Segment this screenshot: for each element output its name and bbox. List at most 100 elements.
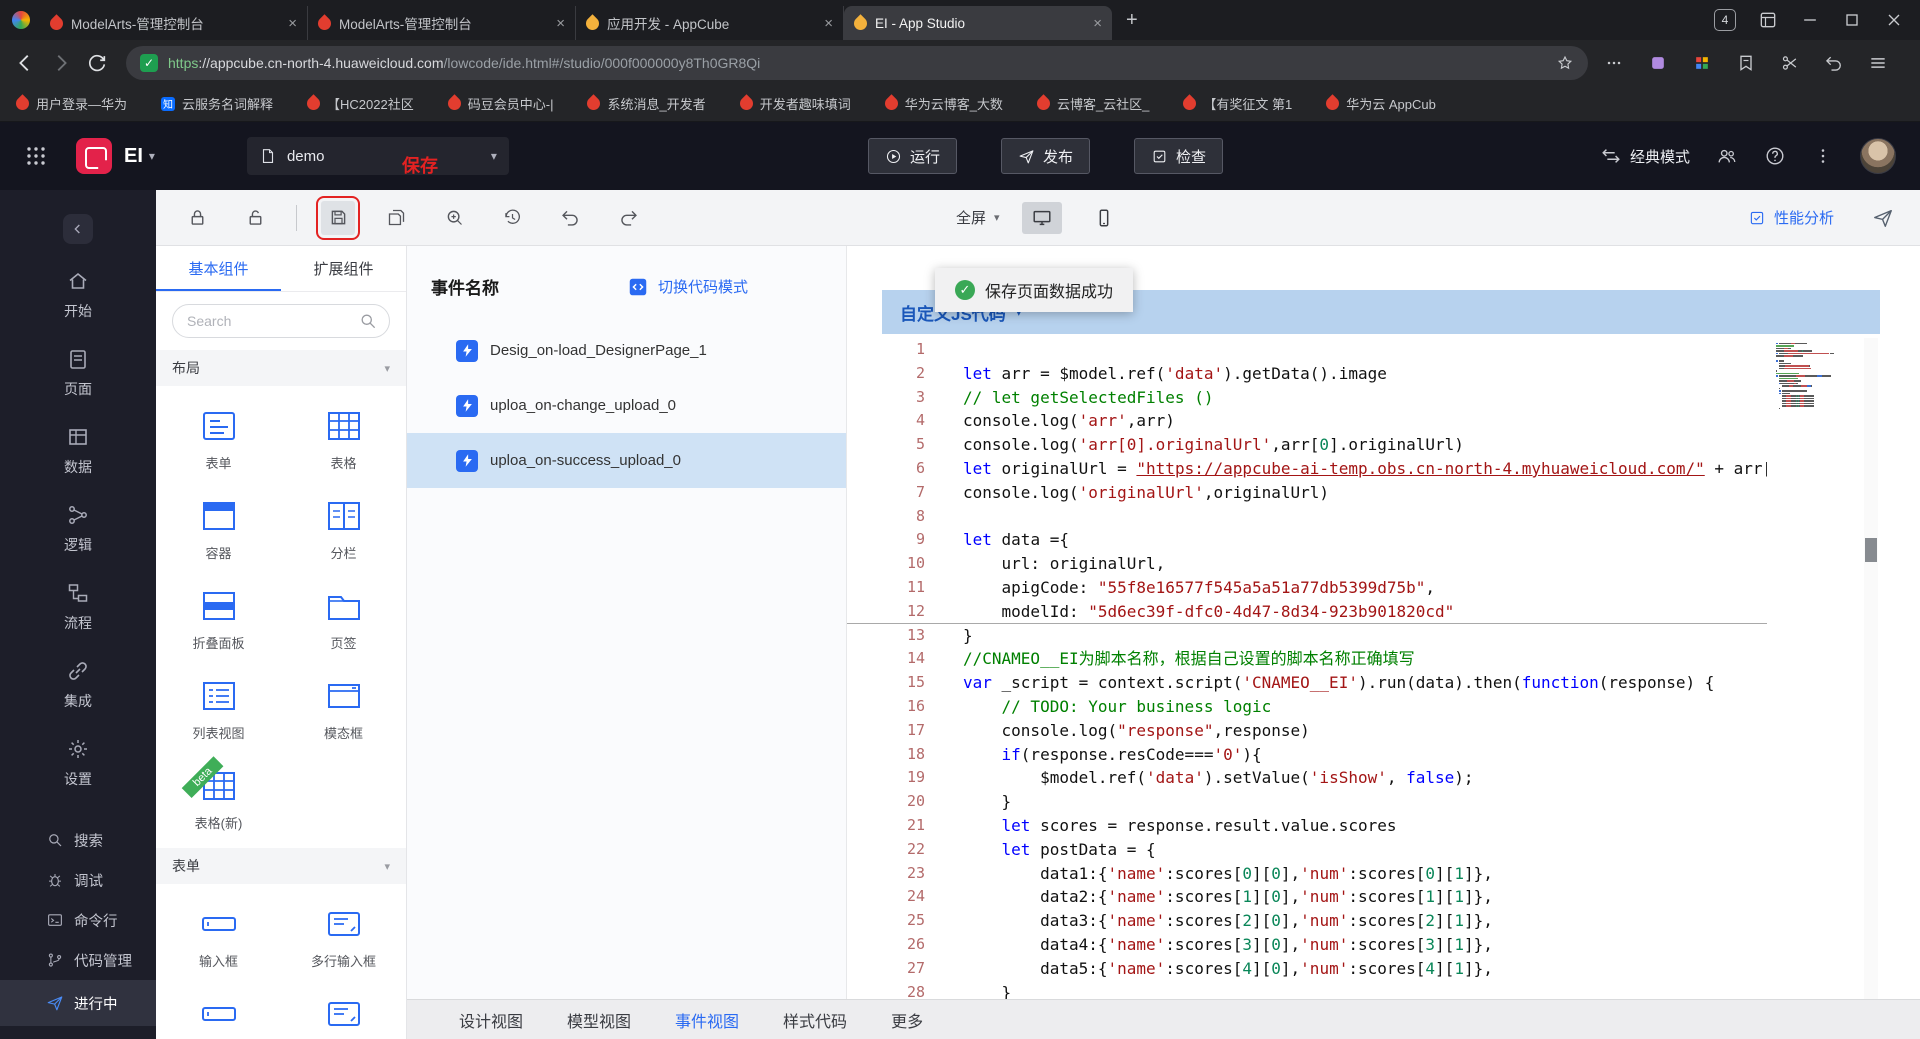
view-tab-style-code[interactable]: 样式代码	[783, 1008, 847, 1032]
switch-code-mode-link[interactable]: 切换代码模式	[627, 276, 748, 298]
scrollbar-thumb[interactable]	[1865, 538, 1877, 562]
performance-analysis-button[interactable]: 性能分析	[1748, 207, 1834, 228]
desktop-view-toggle[interactable]	[1021, 201, 1062, 234]
bookmark-item[interactable]: 用户登录—华为	[13, 94, 127, 113]
code-line[interactable]: 12 modelId: "5d6ec39f-dfc0-4d47-8d34-923…	[847, 600, 1767, 624]
sidebar-item-terminal[interactable]: 命令行	[0, 900, 156, 940]
component-table-new[interactable]: beta 表格(新)	[156, 754, 281, 844]
code-line[interactable]: 28 }	[847, 981, 1767, 999]
browser-logo-icon[interactable]	[12, 11, 30, 29]
component-container[interactable]: 容器	[156, 484, 281, 574]
publish-button[interactable]: 发布	[1001, 138, 1091, 174]
code-line[interactable]: 21 let scores = response.result.value.sc…	[847, 814, 1767, 838]
component-column[interactable]: 分栏	[281, 484, 406, 574]
event-item[interactable]: uploa_on-success_upload_0	[407, 433, 846, 488]
sidebar-item-code-manage[interactable]: 代码管理	[0, 940, 156, 980]
view-tab-design-view[interactable]: 设计视图	[459, 1008, 523, 1032]
app-caret-down-icon[interactable]: ▾	[149, 149, 155, 163]
view-tab-model-view[interactable]: 模型视图	[567, 1008, 631, 1032]
browser-menu-icon[interactable]	[1868, 53, 1888, 73]
browser-tab-modelarts-2[interactable]: ModelArts-管理控制台 ×	[308, 6, 576, 40]
split-screen-icon[interactable]	[1604, 53, 1624, 73]
editor-scrollbar[interactable]	[1864, 338, 1878, 999]
bookmark-item[interactable]: 云博客_云社区_	[1034, 94, 1149, 113]
sidebar-item-search[interactable]: 搜索	[0, 820, 156, 860]
sidebar-item-start[interactable]: 开始	[0, 256, 156, 334]
extensions-icon[interactable]	[1648, 53, 1668, 73]
code-line[interactable]: 2 let arr = $model.ref('data').getData().…	[847, 362, 1767, 386]
sidebar-item-in-progress[interactable]: 进行中	[0, 980, 156, 1026]
code-line[interactable]: 3 // let getSelectedFiles ()	[847, 386, 1767, 410]
favorite-star-icon[interactable]	[1556, 54, 1574, 72]
fullscreen-dropdown[interactable]: 全屏 ▾	[956, 207, 1000, 228]
browser-tab-modelarts-1[interactable]: ModelArts-管理控制台 ×	[40, 6, 308, 40]
browser-tab-app-studio[interactable]: EI - App Studio ×	[844, 6, 1112, 40]
code-line[interactable]: 23 data1:{'name':scores[0][0],'num':scor…	[847, 862, 1767, 886]
save-button[interactable]	[316, 195, 360, 240]
code-line[interactable]: 25 data3:{'name':scores[2][0],'num':scor…	[847, 909, 1767, 933]
rotate-icon[interactable]	[1824, 53, 1844, 73]
component-partial-1[interactable]	[156, 982, 281, 1039]
code-line[interactable]: 9 let data ={	[847, 528, 1767, 552]
unlock-button[interactable]	[238, 201, 272, 235]
component-textarea[interactable]: 多行输入框	[281, 892, 406, 982]
bookmark-item[interactable]: 【HC2022社区	[304, 94, 414, 113]
sidebar-item-logic[interactable]: 逻辑	[0, 490, 156, 568]
web-capture-icon[interactable]	[1780, 53, 1800, 73]
code-line[interactable]: 18 if(response.resCode==='0'){	[847, 743, 1767, 767]
page-selector-dropdown[interactable]: demo ▾	[246, 137, 509, 175]
component-form[interactable]: 表单	[156, 394, 281, 484]
back-icon[interactable]	[14, 52, 36, 74]
code-line[interactable]: 10 url: originalUrl,	[847, 552, 1767, 576]
maximize-icon[interactable]	[1842, 10, 1862, 30]
close-icon[interactable]	[1884, 10, 1904, 30]
apps-grid-icon[interactable]	[1692, 53, 1712, 73]
bookmark-item[interactable]: 系统消息_开发者	[584, 94, 706, 113]
sidebar-item-integration[interactable]: 集成	[0, 646, 156, 724]
tab-close-icon[interactable]: ×	[824, 15, 833, 32]
code-line[interactable]: 14 //CNAMEO__EI为脚本名称，根据自己设置的脚本名称正确填写	[847, 647, 1767, 671]
code-line[interactable]: 27 data5:{'name':scores[4][0],'num':scor…	[847, 957, 1767, 981]
code-line[interactable]: 15 var _script = context.script('CNAMEO__…	[847, 671, 1767, 695]
bookmark-item[interactable]: 华为云博客_大数	[882, 94, 1003, 113]
refresh-icon[interactable]	[86, 52, 108, 74]
user-avatar[interactable]	[1860, 138, 1896, 174]
code-line[interactable]: 7 console.log('originalUrl',originalUrl)	[847, 481, 1767, 505]
vertical-tabs-icon[interactable]	[1758, 10, 1778, 30]
code-line[interactable]: 22 let postData = {	[847, 838, 1767, 862]
help-icon[interactable]	[1764, 145, 1786, 167]
mobile-view-toggle[interactable]	[1084, 202, 1124, 234]
tab-close-icon[interactable]: ×	[1093, 15, 1102, 32]
component-tabs[interactable]: 页签	[281, 574, 406, 664]
component-section-header[interactable]: 表单 ▾	[156, 848, 406, 884]
undo-button[interactable]	[553, 201, 587, 235]
code-line[interactable]: 24 data2:{'name':scores[1][0],'num':scor…	[847, 885, 1767, 909]
bookmark-item[interactable]: 码豆会员中心-|	[445, 94, 553, 113]
code-line[interactable]: 19 $model.ref('data').setValue('isShow',…	[847, 766, 1767, 790]
view-tab-more[interactable]: 更多	[891, 1008, 923, 1032]
component-table[interactable]: 表格	[281, 394, 406, 484]
bookmark-item[interactable]: 开发者趣味填词	[736, 94, 851, 113]
editor-minimap[interactable]	[1776, 340, 1854, 410]
code-line[interactable]: 6 let originalUrl = "https://appcube-ai-t…	[847, 457, 1767, 481]
check-button[interactable]: 检查	[1134, 138, 1224, 174]
run-button[interactable]: 运行	[868, 138, 958, 174]
sidebar-item-data[interactable]: 数据	[0, 412, 156, 490]
code-line[interactable]: 26 data4:{'name':scores[3][0],'num':scor…	[847, 933, 1767, 957]
browser-tab-appcube-dev[interactable]: 应用开发 - AppCube ×	[576, 6, 844, 40]
component-input[interactable]: 输入框	[156, 892, 281, 982]
bookmark-item[interactable]: 华为云 AppCub	[1323, 94, 1436, 113]
sidebar-item-page[interactable]: 页面	[0, 334, 156, 412]
find-button[interactable]	[437, 201, 471, 235]
component-modal[interactable]: 模态框	[281, 664, 406, 754]
event-item[interactable]: uploa_on-change_upload_0	[407, 378, 846, 433]
component-tab-basic[interactable]: 基本组件	[156, 246, 281, 291]
classic-mode-toggle[interactable]: 经典模式	[1600, 145, 1690, 167]
component-collapse-panel[interactable]: 折叠面板	[156, 574, 281, 664]
sidebar-item-settings[interactable]: 设置	[0, 724, 156, 802]
new-tab-button[interactable]: +	[1112, 9, 1152, 32]
save-all-button[interactable]	[379, 201, 413, 235]
tab-close-icon[interactable]: ×	[556, 15, 565, 32]
component-section-header[interactable]: 布局 ▾	[156, 350, 406, 386]
url-bar[interactable]: ✓ https://appcube.cn-north-4.huaweicloud…	[126, 46, 1588, 80]
